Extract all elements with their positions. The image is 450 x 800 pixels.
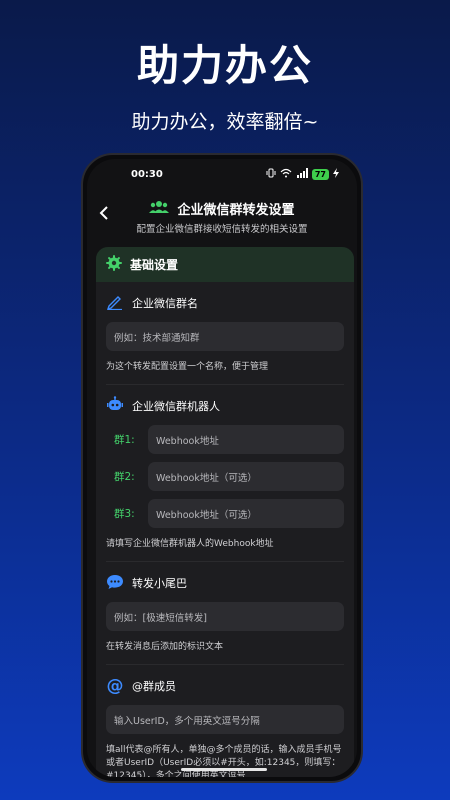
page-title: 企业微信群转发设置 bbox=[177, 203, 295, 218]
page-header: 企业微信群转发设置 配置企业微信群接收短信转发的相关设置 bbox=[87, 195, 357, 245]
group-name-label: 企业微信群名 bbox=[132, 297, 198, 310]
home-indicator bbox=[181, 768, 267, 771]
webhook-row-label: 群1: bbox=[114, 434, 135, 446]
group-name-header: 企业微信群名 bbox=[106, 288, 344, 318]
phone-screen: 00:30 77 企业微信群转发设置 配置企业微信群接收短信转发的相关设置 基础… bbox=[87, 159, 357, 777]
mention-header: @ @群成员 bbox=[106, 671, 344, 701]
vibrate-icon bbox=[266, 168, 276, 181]
divider bbox=[106, 664, 344, 665]
webhook-row-2: 群2: Webhook地址（可选） bbox=[106, 462, 344, 491]
webhook-input-1[interactable]: Webhook地址 bbox=[148, 425, 344, 454]
signal-icon bbox=[296, 168, 308, 181]
page-subtitle: 配置企业微信群接收短信转发的相关设置 bbox=[136, 224, 308, 235]
card-title: 基础设置 bbox=[130, 258, 179, 272]
charging-icon bbox=[333, 168, 339, 181]
group-icon bbox=[149, 199, 170, 218]
robot-label: 企业微信群机器人 bbox=[132, 400, 220, 413]
group-name-input[interactable]: 例如：技术部通知群 bbox=[106, 322, 344, 351]
divider bbox=[106, 561, 344, 562]
wifi-icon bbox=[280, 168, 292, 181]
tail-section: 转发小尾巴 例如：[极速短信转发] 在转发消息后添加的标识文本 bbox=[96, 568, 354, 654]
robot-section: 企业微信群机器人 群1: Webhook地址 群2: Webhook地址（可选）… bbox=[96, 391, 354, 551]
mention-hint: 填all代表@所有人，单独@多个成员的话，输入成员手机号或者UserID（Use… bbox=[106, 745, 342, 777]
gear-icon bbox=[106, 254, 122, 275]
webhook-row-label: 群2: bbox=[114, 471, 135, 483]
status-bar: 00:30 77 bbox=[87, 165, 357, 185]
battery-level: 77 bbox=[311, 169, 329, 180]
tail-label: 转发小尾巴 bbox=[132, 577, 187, 590]
mention-input[interactable]: 输入UserID，多个用英文逗号分隔 bbox=[106, 705, 344, 734]
mention-label: @群成员 bbox=[132, 680, 176, 693]
at-sign-icon: @ bbox=[106, 676, 124, 696]
header-title-row: 企业微信群转发设置 bbox=[87, 199, 357, 218]
phone-frame: 00:30 77 企业微信群转发设置 配置企业微信群接收短信转发的相关设置 基础… bbox=[81, 153, 363, 783]
robot-header: 企业微信群机器人 bbox=[106, 391, 344, 421]
mention-section: @ @群成员 输入UserID，多个用英文逗号分隔 填all代表@所有人，单独@… bbox=[96, 671, 354, 777]
tail-header: 转发小尾巴 bbox=[106, 568, 344, 598]
tail-input[interactable]: 例如：[极速短信转发] bbox=[106, 602, 344, 631]
tail-hint: 在转发消息后添加的标识文本 bbox=[106, 642, 224, 652]
basic-settings-card: 基础设置 企业微信群名 例如：技术部通知群 为这个转发配置设置一个名称，便于管理 bbox=[96, 247, 354, 777]
divider bbox=[106, 384, 344, 385]
webhook-row-3: 群3: Webhook地址（可选） bbox=[106, 499, 344, 528]
card-header: 基础设置 bbox=[96, 247, 354, 282]
group-name-hint: 为这个转发配置设置一个名称，便于管理 bbox=[106, 362, 269, 372]
webhook-input-3[interactable]: Webhook地址（可选） bbox=[148, 499, 344, 528]
webhook-input-2[interactable]: Webhook地址（可选） bbox=[148, 462, 344, 491]
promo-subtitle: 助力办公，效率翻倍~ bbox=[131, 111, 319, 133]
robot-icon bbox=[106, 395, 124, 417]
promo-title: 助力办公 bbox=[136, 41, 313, 90]
webhook-row-label: 群3: bbox=[114, 508, 135, 520]
group-name-section: 企业微信群名 例如：技术部通知群 为这个转发配置设置一个名称，便于管理 bbox=[96, 288, 354, 374]
webhook-row-1: 群1: Webhook地址 bbox=[106, 425, 344, 454]
robot-hint: 请填写企业微信群机器人的Webhook地址 bbox=[106, 539, 274, 549]
status-time: 00:30 bbox=[131, 169, 163, 180]
chat-bubble-icon bbox=[106, 574, 124, 593]
pen-icon bbox=[106, 294, 124, 313]
status-icons: 77 bbox=[266, 168, 339, 181]
